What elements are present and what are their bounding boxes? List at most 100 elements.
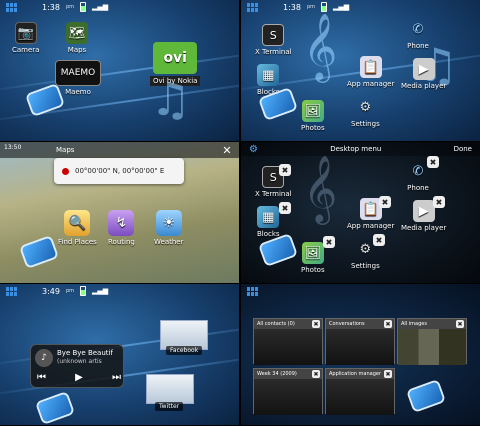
- remove-icon[interactable]: ✖: [427, 156, 439, 168]
- xterminal-shortcut[interactable]: S X Terminal: [255, 24, 292, 56]
- done-button[interactable]: Done: [454, 145, 472, 153]
- close-icon[interactable]: ✖: [384, 370, 392, 378]
- weather-button[interactable]: ☀ Weather: [154, 210, 183, 246]
- desktop-menu-panel: ⚙ Desktop menu Done 𝄞 S X Terminal ✖ ✆ P…: [241, 142, 480, 283]
- maemo-widget[interactable]: MAEMO Maemo: [55, 60, 101, 96]
- blocks-icon: ▦: [257, 64, 280, 86]
- signal-icon: ▂▄▆: [92, 287, 109, 295]
- gear-icon[interactable]: ⚙: [249, 144, 258, 155]
- song-title: Bye Bye Beautif: [57, 349, 113, 357]
- home-panel-1: 1:38 pm ▂▄▆ 📷 Camera 🗺 Maps MAEMO Maemo …: [0, 0, 239, 141]
- phone-label: Phone: [407, 42, 429, 50]
- close-icon[interactable]: ✖: [312, 320, 320, 328]
- routing-label: Routing: [108, 238, 135, 246]
- maemo-badge-icon: [37, 393, 73, 423]
- images-card[interactable]: All images ✖: [397, 318, 467, 365]
- routing-button[interactable]: ↯ Routing: [108, 210, 135, 246]
- gear-icon: ⚙: [359, 99, 372, 115]
- clock-ampm: pm: [65, 4, 75, 10]
- maps-title-bar: Maps: [0, 142, 239, 158]
- home-panel-2: 1:38 pm ▂▄▆ 𝄞 ♫ S X Terminal ✆ Phone ▦ B…: [241, 0, 480, 141]
- app-manager-card[interactable]: Application manager ✖: [325, 368, 395, 415]
- photos-icon: 🖼: [301, 100, 324, 122]
- close-icon[interactable]: ✕: [221, 144, 233, 157]
- camera-label: Camera: [12, 46, 40, 54]
- coordinates-bubble[interactable]: 00°00'00" N, 00°00'00" E: [54, 158, 184, 184]
- find-places-button[interactable]: 🔍 Find Places: [58, 210, 97, 246]
- maemo-badge-icon: [260, 235, 296, 265]
- clock: 1:38: [283, 2, 301, 12]
- remove-icon[interactable]: ✖: [373, 234, 385, 246]
- camera-shortcut[interactable]: 📷 Camera: [12, 22, 39, 54]
- app-manager-shortcut[interactable]: 📋 App manager: [347, 56, 394, 88]
- photos-shortcut[interactable]: 🖼 Photos: [301, 100, 325, 132]
- blocks-shortcut[interactable]: ▦ Blocks: [257, 64, 280, 96]
- previous-icon[interactable]: ⏮: [37, 372, 46, 383]
- app-grid-icon[interactable]: [6, 286, 18, 296]
- media-player-label: Media player: [401, 82, 447, 90]
- photos-label: Photos: [301, 124, 325, 132]
- maemo-badge-icon: [408, 381, 444, 411]
- maemo-label: Maemo: [65, 88, 91, 96]
- maps-shortcut[interactable]: 🗺 Maps: [66, 22, 88, 54]
- treble-clef-icon: 𝄞: [303, 12, 338, 80]
- twitter-widget[interactable]: [146, 374, 194, 404]
- signal-icon: ▂▄▆: [92, 3, 109, 11]
- player-controls: ⏮ ▶ ⏭: [37, 372, 121, 383]
- xterminal-label: X Terminal: [255, 48, 292, 56]
- maps-title: Maps: [56, 146, 75, 154]
- contacts-card[interactable]: All contacts (0) ✖: [253, 318, 323, 365]
- camera-icon: 📷: [14, 22, 37, 44]
- app-manager-label: App manager: [347, 222, 395, 230]
- close-icon[interactable]: ✖: [456, 320, 464, 328]
- remove-icon[interactable]: ✖: [279, 164, 291, 176]
- remove-icon[interactable]: ✖: [323, 236, 335, 248]
- app-grid-icon[interactable]: [247, 286, 259, 296]
- next-icon[interactable]: ⏭: [112, 372, 121, 383]
- maemo-logo-icon: MAEMO: [55, 60, 101, 86]
- photos-label: Photos: [301, 266, 325, 274]
- maps-label: Maps: [67, 46, 87, 54]
- play-icon[interactable]: ▶: [75, 372, 83, 383]
- screenshot-grid: 1:38 pm ▂▄▆ 📷 Camera 🗺 Maps MAEMO Maemo …: [0, 0, 480, 426]
- app-grid-icon[interactable]: [6, 2, 18, 12]
- blocks-item[interactable]: ▦ Blocks: [257, 206, 280, 238]
- close-icon[interactable]: ✖: [312, 370, 320, 378]
- ovi-logo-icon: ovi: [153, 42, 198, 74]
- photos-item[interactable]: 🖼 Photos: [301, 242, 325, 274]
- status-bar: 1:38 pm ▂▄▆: [241, 0, 480, 14]
- phone-shortcut[interactable]: ✆ Phone: [407, 18, 429, 51]
- calendar-card[interactable]: Week 34 (2009) ✖: [253, 368, 323, 415]
- card-preview: [254, 329, 322, 365]
- remove-icon[interactable]: ✖: [279, 202, 291, 214]
- battery-icon: [80, 2, 87, 12]
- desktop-menu-title: Desktop menu: [330, 145, 382, 153]
- media-player-shortcut[interactable]: ▶ Media player: [401, 58, 446, 90]
- close-icon[interactable]: ✖: [384, 320, 392, 328]
- conversations-card[interactable]: Conversations ✖: [325, 318, 395, 365]
- remove-icon[interactable]: ✖: [433, 196, 445, 208]
- clock: 3:49: [42, 286, 60, 296]
- terminal-icon: S: [262, 24, 285, 46]
- signal-icon: ▂▄▆: [333, 3, 350, 11]
- media-player-label: Media player: [401, 224, 447, 232]
- card-preview: [326, 379, 394, 415]
- settings-shortcut[interactable]: ⚙ Settings: [351, 96, 380, 129]
- card-preview: [254, 379, 322, 415]
- phone-icon: ✆: [412, 163, 424, 179]
- status-bar: 1:38 pm ▂▄▆: [0, 0, 239, 14]
- light-streak: [0, 49, 239, 93]
- treble-clef-icon: 𝄞: [303, 154, 338, 222]
- blocks-icon: ▦: [257, 206, 280, 228]
- phone-item[interactable]: ✆ Phone: [407, 160, 429, 193]
- media-player-icon: ▶: [412, 58, 435, 80]
- remove-icon[interactable]: ✖: [379, 196, 391, 208]
- weather-icon: ☀: [155, 210, 182, 236]
- battery-icon: [80, 286, 87, 296]
- app-grid-icon[interactable]: [247, 2, 259, 12]
- media-player-widget[interactable]: ♪ Bye Bye Beautif (unknown artis ⏮ ▶ ⏭: [30, 344, 124, 388]
- battery-icon: [321, 2, 328, 12]
- maps-panel: Maps 13:50 ✕ 00°00'00" N, 00°00'00" E 🔍 …: [0, 142, 239, 283]
- route-icon: ↯: [108, 210, 135, 236]
- card-preview: [398, 329, 466, 365]
